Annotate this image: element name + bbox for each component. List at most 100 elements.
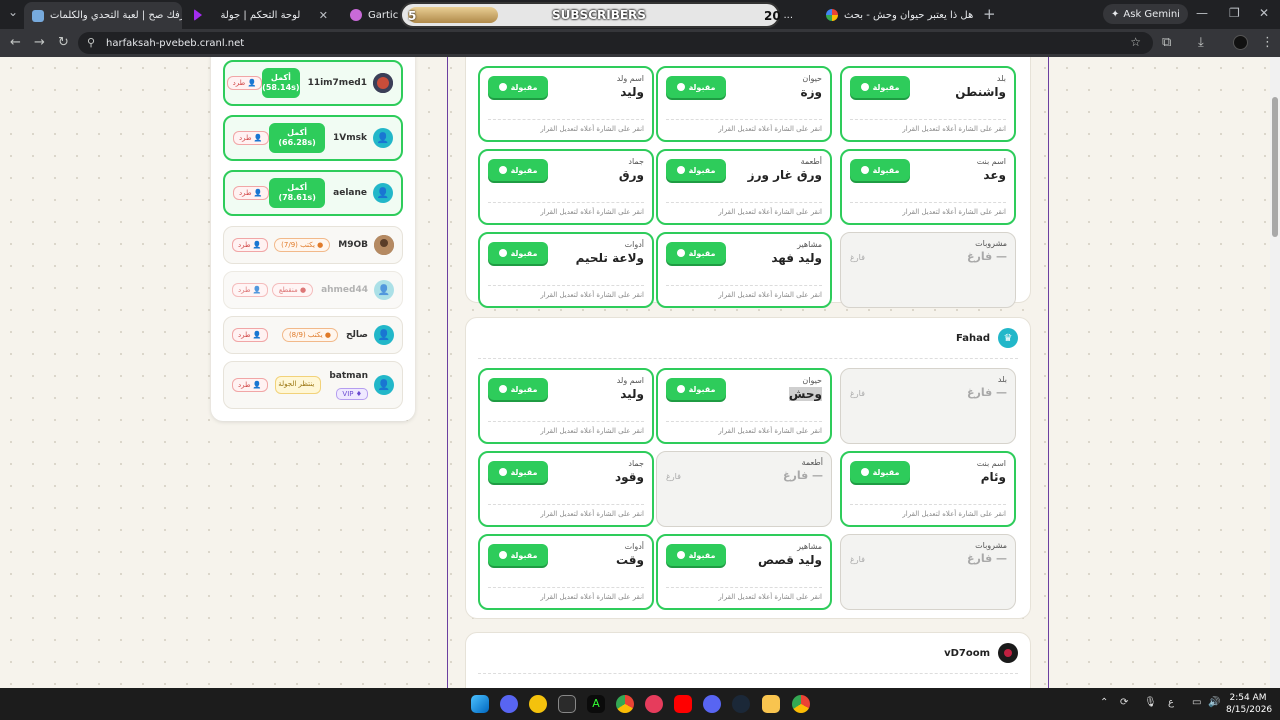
status-badge: ● منقطع xyxy=(271,283,314,297)
accepted-toggle-button[interactable]: مقبولة xyxy=(488,461,548,483)
divider xyxy=(666,202,822,203)
done-label: أكمل xyxy=(287,183,308,192)
check-dot-icon xyxy=(676,551,685,559)
back-arrow-icon[interactable]: ← xyxy=(10,35,21,50)
microphone-icon[interactable]: 🎙 xyxy=(1144,697,1157,708)
system-clock[interactable]: 2:54 AM 8/15/2026 xyxy=(1226,692,1272,716)
player-name: vD7oom xyxy=(944,647,990,659)
category-label: أدوات xyxy=(624,240,644,249)
window-close-icon[interactable]: ✕ xyxy=(1259,6,1269,20)
accepted-label: مقبولة xyxy=(688,384,716,394)
edit-hint: انقر على الشارة أعلاه لتعديل القرار xyxy=(540,427,644,435)
tab-strip: ⌄ حرفك صح | لعبة التحدي والكلمات ✕ لوحة … xyxy=(0,0,1280,29)
gartic-icon xyxy=(350,9,362,21)
accepted-toggle-button[interactable]: مقبولة xyxy=(850,159,910,181)
check-dot-icon xyxy=(676,83,685,91)
close-icon[interactable]: ✕ xyxy=(319,9,328,22)
chevron-up-icon[interactable]: ⌃ xyxy=(1100,697,1108,708)
player-name-block: batman ♦ VIP xyxy=(329,371,368,400)
tab-search-icon[interactable]: ⌄ xyxy=(8,5,18,19)
accepted-toggle-button[interactable]: مقبولة xyxy=(850,461,910,483)
accepted-toggle-button[interactable]: مقبولة xyxy=(666,76,726,98)
forward-arrow-icon[interactable]: → xyxy=(34,35,45,50)
overlay-right-number: 20 xyxy=(764,9,781,23)
accepted-toggle-button[interactable]: مقبولة xyxy=(488,76,548,98)
download-icon[interactable]: ⤓ xyxy=(1198,35,1204,50)
youtube-icon[interactable] xyxy=(674,695,692,713)
terminal-app-icon[interactable]: A xyxy=(587,695,605,713)
site-info-icon[interactable]: ⚲ xyxy=(87,36,95,49)
extensions-icon[interactable]: ⧉ xyxy=(1162,35,1171,50)
kick-button[interactable]: 👤 طرد xyxy=(233,131,269,145)
accepted-label: مقبولة xyxy=(510,384,538,394)
accepted-toggle-button[interactable]: مقبولة xyxy=(666,242,726,264)
language-indicator[interactable]: ع xyxy=(1168,697,1174,708)
kick-label: طرد xyxy=(238,241,251,249)
accepted-toggle-button[interactable]: مقبولة xyxy=(488,544,548,566)
reload-icon[interactable]: ↻ xyxy=(58,35,69,50)
avatar-image-icon xyxy=(1004,649,1012,657)
minimize-icon[interactable]: — xyxy=(1196,6,1208,20)
status-badge: ● يكتب (7/9) xyxy=(274,238,331,252)
tab-title: حرفك صح | لعبة التحدي والكلمات xyxy=(50,10,182,21)
maximize-icon[interactable]: ❐ xyxy=(1229,6,1240,20)
ask-gemini-button[interactable]: ✦ Ask Gemini xyxy=(1103,4,1188,24)
address-bar[interactable]: ⚲ harfaksah-pvebeb.cranl.net ☆ xyxy=(78,32,1153,54)
url-text: harfaksah-pvebeb.cranl.net xyxy=(106,37,245,49)
bookmark-star-icon[interactable]: ☆ xyxy=(1130,35,1141,49)
accepted-toggle-button[interactable]: مقبولة xyxy=(488,378,548,400)
crown-icon: ♛ xyxy=(998,328,1018,348)
answer-card: اسم ولد وليد مقبولة انقر على الشارة أعلاه ل… xyxy=(478,66,654,142)
discord-icon[interactable] xyxy=(703,695,721,713)
check-dot-icon xyxy=(498,166,507,174)
kick-button[interactable]: 👤 طرد xyxy=(233,186,269,200)
check-dot-icon xyxy=(676,166,685,174)
accepted-toggle-button[interactable]: مقبولة xyxy=(666,159,726,181)
volume-icon[interactable]: 🔊 xyxy=(1208,697,1220,708)
tab-dashboard[interactable]: لوحة التحكم | جولة ✕ xyxy=(186,4,336,26)
accepted-toggle-button[interactable]: مقبولة xyxy=(666,378,726,400)
profile-avatar[interactable] xyxy=(1233,35,1248,50)
tab-search-result[interactable]: هل ذا يعتبر حيوان وحش - بحث ✕ xyxy=(818,4,978,26)
menu-dots-icon[interactable]: ⋮ xyxy=(1261,35,1274,50)
divider xyxy=(850,202,1006,203)
accepted-toggle-button[interactable]: مقبولة xyxy=(666,544,726,566)
steam-icon[interactable] xyxy=(732,695,750,713)
store-icon[interactable] xyxy=(558,695,576,713)
kick-button[interactable]: 👤 طرد xyxy=(232,238,268,252)
player-name: صالح xyxy=(346,330,368,340)
accepted-toggle-button[interactable]: مقبولة xyxy=(488,159,548,181)
kick-button[interactable]: 👤 طرد xyxy=(226,76,263,90)
avatar xyxy=(373,73,393,93)
chat-app-icon[interactable] xyxy=(529,695,547,713)
new-tab-icon[interactable]: + xyxy=(983,5,996,23)
empty-answer: — فارغ xyxy=(782,469,823,482)
page-content: 11im7med1 أكمل (58.14s) 👤 طرد 👤 1Vmsk أك… xyxy=(0,57,1280,688)
network-icon[interactable]: ▭ xyxy=(1192,697,1201,708)
discord-icon[interactable] xyxy=(500,695,518,713)
kick-button[interactable]: 👤 طرد xyxy=(232,328,268,342)
sync-icon[interactable]: ⟳ xyxy=(1120,697,1128,708)
folder-icon[interactable] xyxy=(762,695,780,713)
answer-text: واشنطن xyxy=(955,85,1006,99)
kick-button[interactable]: 👤 طرد xyxy=(232,378,268,392)
edit-hint: انقر على الشارة أعلاه لتعديل القرار xyxy=(540,593,644,601)
answer-card: حيوان وزة مقبولة انقر على الشارة أعلاه لتعد… xyxy=(656,66,832,142)
check-dot-icon xyxy=(498,249,507,257)
scrollbar-thumb[interactable] xyxy=(1272,97,1278,237)
answer-card: مشروبات — فارغ فارغ xyxy=(840,232,1016,308)
divider xyxy=(666,119,822,120)
chrome-icon[interactable] xyxy=(792,695,810,713)
accepted-toggle-button[interactable]: مقبولة xyxy=(850,76,910,98)
tab-active[interactable]: حرفك صح | لعبة التحدي والكلمات ✕ xyxy=(24,2,182,29)
media-player-icon[interactable] xyxy=(645,695,663,713)
accepted-toggle-button[interactable]: مقبولة xyxy=(488,242,548,264)
chrome-icon[interactable] xyxy=(616,695,634,713)
windows-start-icon[interactable] xyxy=(471,695,489,713)
players-panel: 11im7med1 أكمل (58.14s) 👤 طرد 👤 1Vmsk أك… xyxy=(211,57,415,421)
avatar: 👤 xyxy=(373,183,393,203)
kick-button[interactable]: 👤 طرد xyxy=(232,283,268,297)
check-dot-icon xyxy=(498,83,507,91)
page-scrollbar[interactable] xyxy=(1270,57,1280,688)
check-dot-icon xyxy=(860,83,869,91)
